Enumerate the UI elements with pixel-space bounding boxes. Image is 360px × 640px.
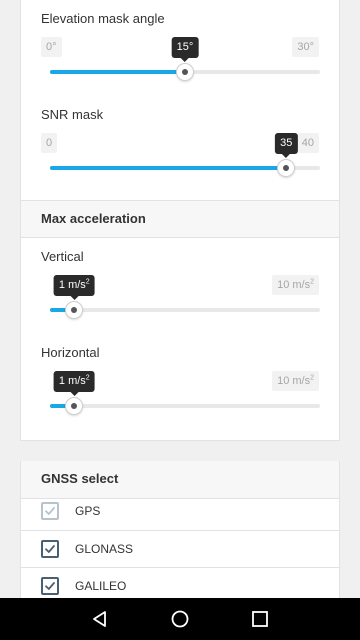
- gnss-row-glonass[interactable]: GLONASS: [21, 530, 339, 567]
- vertical-accel-slider-handle[interactable]: [65, 301, 84, 319]
- horizontal-accel-slider-handle[interactable]: [65, 397, 84, 415]
- snr-value-tooltip: 35: [275, 133, 298, 158]
- vertical-accel-value: 1 m/s: [58, 279, 86, 291]
- elevation-slider-fill: [50, 70, 185, 74]
- elevation-value-tooltip: 15°: [171, 37, 199, 62]
- horizontal-accel-slider-block: Horizontal 10 m/s2 1 m/s2: [21, 345, 339, 435]
- vertical-accel-slider-block: Vertical 10 m/s2 1 m/s2: [21, 249, 339, 339]
- vertical-accel-value-power: 2: [85, 278, 90, 286]
- max-acceleration-header: Max acceleration: [21, 200, 339, 238]
- vertical-accel-max-text: 10 m/s: [277, 279, 311, 291]
- snr-min-label: 0: [41, 133, 58, 153]
- recent-apps-icon[interactable]: [248, 607, 272, 631]
- snr-max-label: 40: [296, 133, 319, 153]
- glonass-label: GLONASS: [75, 542, 134, 556]
- snr-mask-label: SNR mask: [41, 107, 104, 122]
- gnss-select-card: GNSS select GPS GLONASS GALILEO: [20, 461, 340, 611]
- elevation-mask-label: Elevation mask angle: [41, 11, 165, 26]
- elevation-value: 15°: [176, 41, 194, 53]
- horizontal-accel-slider-track[interactable]: [50, 404, 320, 408]
- horizontal-accel-max-power: 2: [310, 374, 314, 382]
- elevation-slider-handle[interactable]: [176, 63, 194, 81]
- horizontal-accel-value-power: 2: [85, 374, 90, 382]
- checkmark-icon: [45, 545, 55, 553]
- gps-label: GPS: [75, 504, 101, 518]
- home-icon[interactable]: [168, 607, 192, 631]
- horizontal-accel-value: 1 m/s: [58, 375, 86, 387]
- vertical-accel-max-label: 10 m/s2: [272, 275, 319, 295]
- elevation-min-label: 0°: [41, 37, 62, 57]
- gps-checkbox[interactable]: [41, 502, 59, 520]
- vertical-accel-label: Vertical: [41, 249, 84, 264]
- snr-value: 35: [280, 137, 293, 149]
- settings-card: Elevation mask angle 0° 30° 15° SNR mask…: [20, 0, 340, 441]
- vertical-accel-max-power: 2: [310, 278, 314, 286]
- horizontal-accel-max-label: 10 m/s2: [272, 371, 319, 391]
- galileo-checkbox[interactable]: [41, 577, 59, 595]
- elevation-max-label: 30°: [292, 37, 319, 57]
- horizontal-accel-label: Horizontal: [41, 345, 100, 360]
- vertical-accel-value-tooltip: 1 m/s2: [53, 275, 95, 300]
- horizontal-accel-max-text: 10 m/s: [277, 375, 311, 387]
- navigation-bar: [0, 598, 360, 640]
- horizontal-accel-value-tooltip: 1 m/s2: [53, 371, 95, 396]
- vertical-accel-slider-track[interactable]: [50, 308, 320, 312]
- snr-slider-handle[interactable]: [277, 159, 296, 177]
- checkmark-icon: [45, 582, 55, 590]
- screen: Elevation mask angle 0° 30° 15° SNR mask…: [0, 0, 360, 640]
- checkmark-icon: [45, 507, 55, 515]
- elevation-mask-slider-block: Elevation mask angle 0° 30° 15°: [21, 11, 339, 101]
- galileo-label: GALILEO: [75, 579, 127, 593]
- glonass-checkbox[interactable]: [41, 540, 59, 558]
- back-icon[interactable]: [88, 607, 112, 631]
- snr-slider-fill: [50, 166, 287, 170]
- gnss-row-gps[interactable]: GPS: [21, 493, 339, 530]
- snr-mask-slider-block: SNR mask 0 40 35: [21, 107, 339, 197]
